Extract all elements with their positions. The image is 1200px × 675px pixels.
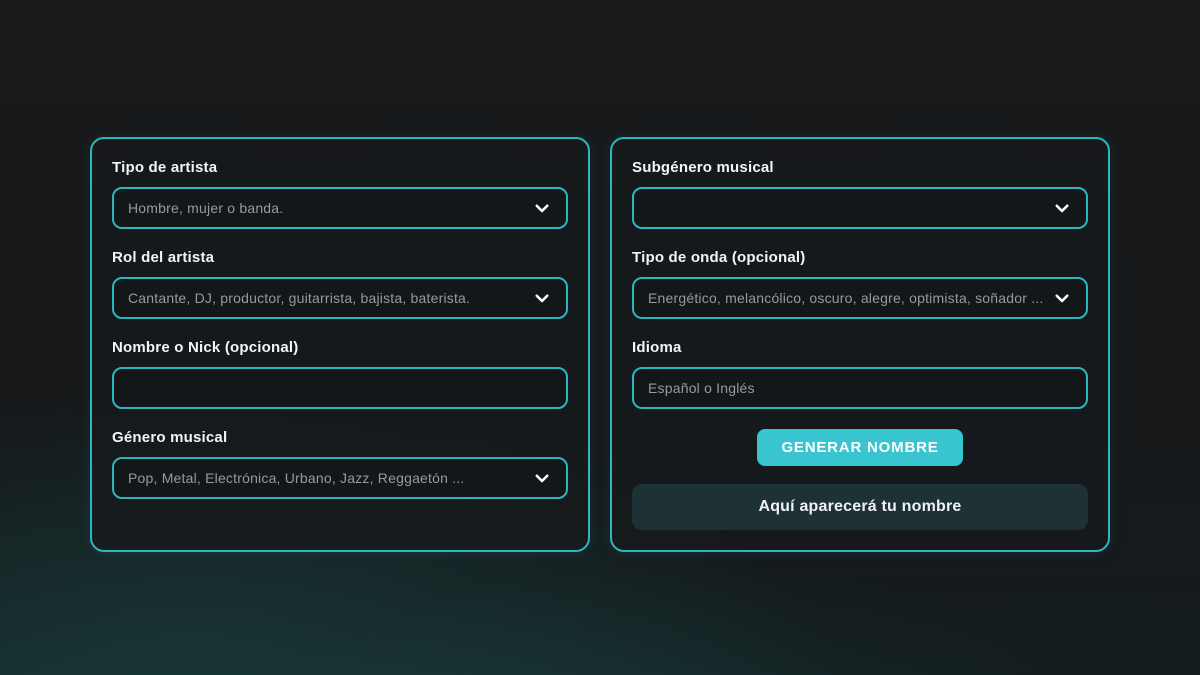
vibe-group: Tipo de onda (opcional) Energético, mela… [632,249,1088,319]
right-form-card: Subgénero musical Tipo de onda (opcional… [610,137,1110,552]
artist-type-select[interactable]: Hombre, mujer o banda. [112,187,568,229]
artist-role-select[interactable]: Cantante, DJ, productor, guitarrista, ba… [112,277,568,319]
artist-name-generator: Tipo de artista Hombre, mujer o banda. R… [0,0,1200,552]
subgenre-group: Subgénero musical [632,159,1088,229]
nickname-label: Nombre o Nick (opcional) [112,339,568,357]
language-label: Idioma [632,339,1088,357]
vibe-label: Tipo de onda (opcional) [632,249,1088,267]
genre-group: Género musical Pop, Metal, Electrónica, … [112,429,568,499]
genre-select[interactable]: Pop, Metal, Electrónica, Urbano, Jazz, R… [112,457,568,499]
language-group: Idioma [632,339,1088,409]
artist-type-group: Tipo de artista Hombre, mujer o banda. [112,159,568,229]
artist-role-label: Rol del artista [112,249,568,267]
genre-placeholder: Pop, Metal, Electrónica, Urbano, Jazz, R… [128,470,524,486]
artist-type-placeholder: Hombre, mujer o banda. [128,200,524,216]
chevron-down-icon [532,288,552,308]
chevron-down-icon [532,468,552,488]
subgenre-label: Subgénero musical [632,159,1088,177]
generate-name-button[interactable]: GENERAR NOMBRE [757,429,962,466]
chevron-down-icon [1052,198,1072,218]
artist-role-placeholder: Cantante, DJ, productor, guitarrista, ba… [128,290,524,306]
nickname-group: Nombre o Nick (opcional) [112,339,568,409]
vibe-select[interactable]: Energético, melancólico, oscuro, alegre,… [632,277,1088,319]
subgenre-select[interactable] [632,187,1088,229]
nickname-input[interactable] [112,367,568,409]
left-form-card: Tipo de artista Hombre, mujer o banda. R… [90,137,590,552]
vibe-placeholder: Energético, melancólico, oscuro, alegre,… [648,290,1044,306]
artist-type-label: Tipo de artista [112,159,568,177]
genre-label: Género musical [112,429,568,447]
language-input[interactable] [632,367,1088,409]
artist-role-group: Rol del artista Cantante, DJ, productor,… [112,249,568,319]
generate-button-row: GENERAR NOMBRE [632,429,1088,466]
generated-name-result: Aquí aparecerá tu nombre [632,484,1088,530]
chevron-down-icon [1052,288,1072,308]
chevron-down-icon [532,198,552,218]
